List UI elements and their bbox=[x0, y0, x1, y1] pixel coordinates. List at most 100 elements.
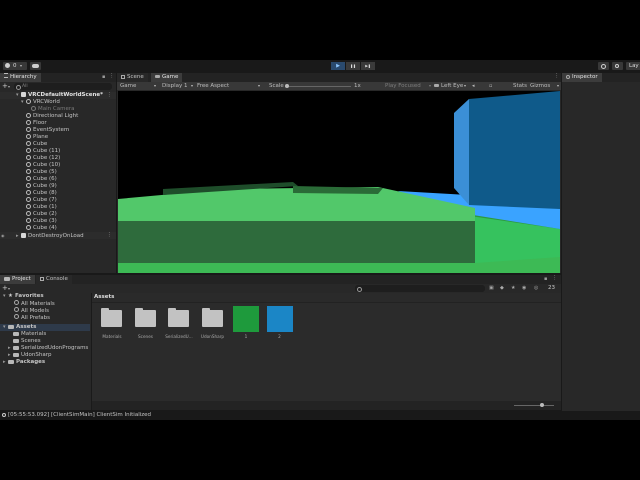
gameobject-icon bbox=[26, 169, 31, 174]
breadcrumb-assets[interactable]: Assets bbox=[94, 293, 114, 302]
gameobject-icon bbox=[26, 99, 31, 104]
thumbnail-size-slider[interactable] bbox=[514, 403, 554, 407]
hierarchy-item[interactable]: Cube (4) bbox=[0, 225, 116, 232]
tab-scene[interactable]: Scene bbox=[117, 73, 148, 82]
add-icon[interactable]: + bbox=[2, 284, 8, 293]
history-icon bbox=[601, 63, 606, 69]
scale-slider[interactable] bbox=[285, 83, 351, 88]
hierarchy-item[interactable]: Plane bbox=[0, 134, 116, 141]
material-tile[interactable]: 2 bbox=[266, 306, 293, 339]
history-button[interactable] bbox=[598, 62, 609, 70]
fullscreen-icon[interactable]: ▫ bbox=[489, 82, 492, 90]
asset-folder-item[interactable]: Scenes bbox=[0, 338, 90, 345]
tab-hierarchy[interactable]: Hierarchy bbox=[0, 73, 41, 82]
favorites-header[interactable]: ▾ ★ Favorites bbox=[0, 293, 90, 300]
kebab-menu-icon[interactable]: ⋮ bbox=[109, 73, 115, 79]
gameobject-icon bbox=[26, 225, 31, 230]
asset-folder-item[interactable]: ▸ UdonSharp bbox=[0, 352, 90, 359]
favorite-item[interactable]: All Models bbox=[0, 307, 90, 314]
account-dropdown[interactable]: 0 ▾ bbox=[3, 62, 27, 70]
hierarchy-item[interactable]: Floor bbox=[0, 120, 116, 127]
visibility-icon[interactable]: ◉ bbox=[522, 285, 526, 291]
play-button[interactable]: ▶ bbox=[331, 62, 345, 70]
hierarchy-item[interactable]: ▾ VRCWorld bbox=[0, 99, 116, 106]
game-view-toolbar: Game ▾ Display 1 ▾ Free Aspect ▾ Scale 1x P… bbox=[117, 82, 561, 90]
scale-slider-thumb[interactable] bbox=[285, 83, 289, 88]
kebab-menu-icon[interactable]: ⋮ bbox=[554, 73, 560, 79]
hierarchy-item-label: Cube (4) bbox=[33, 225, 57, 231]
hierarchy-item[interactable]: Cube (5) bbox=[0, 169, 116, 176]
unity-scene-icon bbox=[21, 92, 26, 97]
save-search-icon[interactable]: ★ bbox=[511, 285, 515, 291]
asset-folder-tile[interactable]: UdonSharp bbox=[200, 306, 226, 339]
scene-root[interactable]: ▾ VRCDefaultWorldScene* ⋮ bbox=[0, 92, 116, 99]
tab-game[interactable]: Game bbox=[151, 73, 183, 82]
kebab-menu-icon[interactable]: ⋮ bbox=[107, 92, 113, 99]
hierarchy-item-label: Main Camera bbox=[38, 106, 75, 112]
project-search-input[interactable] bbox=[355, 285, 485, 292]
hierarchy-item[interactable]: EventSystem bbox=[0, 127, 116, 134]
assets-header[interactable]: ▾ Assets bbox=[0, 324, 90, 331]
asset-folder-tile[interactable]: SerializedU... bbox=[165, 306, 193, 339]
hierarchy-item[interactable]: Cube (1) bbox=[0, 204, 116, 211]
display-dropdown[interactable]: Display 1 ▾ bbox=[162, 82, 194, 90]
hierarchy-item[interactable]: Cube (8) bbox=[0, 190, 116, 197]
gameobject-icon bbox=[26, 218, 31, 223]
scene-visibility-icon[interactable]: ◉ bbox=[0, 232, 8, 239]
aspect-label: Free Aspect bbox=[197, 83, 230, 89]
kebab-menu-icon[interactable]: ⋮ bbox=[552, 275, 558, 281]
tab-inspector[interactable]: Inspector bbox=[562, 73, 602, 82]
search-by-label-icon[interactable]: ◆ bbox=[500, 285, 504, 291]
add-icon[interactable]: + bbox=[2, 82, 8, 91]
folder-icon bbox=[101, 310, 122, 327]
hierarchy-item[interactable]: Cube (9) bbox=[0, 183, 116, 190]
hierarchy-item[interactable]: Cube (3) bbox=[0, 218, 116, 225]
asset-folder-item[interactable]: Materials bbox=[0, 331, 90, 338]
kebab-menu-icon[interactable]: ⋮ bbox=[107, 232, 113, 239]
play-focused-dropdown[interactable]: Play Focused ▾ bbox=[385, 82, 431, 90]
stats-toggle[interactable]: Stats bbox=[513, 82, 527, 90]
hidden-packages-icon[interactable]: ◎ bbox=[534, 285, 538, 291]
dontdestroyonload-root[interactable]: ◉ ▸ DontDestroyOnLoad ⋮ bbox=[0, 232, 116, 239]
gameobject-icon bbox=[26, 176, 31, 181]
tab-project[interactable]: Project bbox=[0, 275, 35, 284]
hierarchy-item[interactable]: Cube bbox=[0, 141, 116, 148]
material-tile[interactable]: 1 bbox=[233, 306, 259, 339]
hierarchy-search-input[interactable]: All bbox=[14, 83, 112, 90]
favorite-item[interactable]: All Prefabs bbox=[0, 314, 90, 321]
tab-console[interactable]: Console bbox=[36, 275, 72, 284]
game-viewport[interactable] bbox=[118, 91, 560, 273]
gizmos-dropdown[interactable]: Gizmos ▾ bbox=[530, 82, 559, 90]
asset-folder-label: UdonSharp bbox=[21, 352, 52, 358]
step-button[interactable]: ▶❚ bbox=[361, 62, 375, 70]
hierarchy-item[interactable]: Cube (11) bbox=[0, 148, 116, 155]
hierarchy-item[interactable]: Cube (12) bbox=[0, 155, 116, 162]
game-mode-dropdown[interactable]: Game ▾ bbox=[120, 82, 158, 90]
hierarchy-item[interactable]: Cube (10) bbox=[0, 162, 116, 169]
aspect-dropdown[interactable]: Free Aspect ▾ bbox=[197, 82, 262, 90]
favorite-item[interactable]: All Materials bbox=[0, 300, 90, 307]
cloud-button[interactable] bbox=[30, 62, 41, 70]
lock-icon[interactable]: ▪ bbox=[544, 276, 547, 282]
mute-audio-icon[interactable]: ◂ bbox=[472, 82, 475, 90]
packages-header[interactable]: ▸ Packages bbox=[0, 359, 90, 366]
search-button[interactable] bbox=[612, 62, 623, 70]
layout-dropdown[interactable]: Lay bbox=[626, 62, 640, 70]
folder-icon bbox=[13, 345, 19, 350]
hierarchy-item[interactable]: Main Camera bbox=[0, 106, 116, 113]
pause-button[interactable]: ❚❚ bbox=[346, 62, 360, 70]
asset-folder-item[interactable]: ▸ SerializedUdonPrograms bbox=[0, 345, 90, 352]
hierarchy-item[interactable]: Cube (2) bbox=[0, 211, 116, 218]
lock-icon[interactable]: ▪ bbox=[102, 74, 105, 80]
hierarchy-item-label: EventSystem bbox=[33, 127, 70, 133]
hierarchy-item[interactable]: Cube (7) bbox=[0, 197, 116, 204]
hierarchy-item[interactable]: Cube (6) bbox=[0, 176, 116, 183]
asset-folder-tile[interactable]: Scenes bbox=[133, 306, 159, 339]
eye-dropdown[interactable]: Left Eye ▾ bbox=[434, 82, 466, 90]
asset-folder-tile[interactable]: Materials bbox=[99, 306, 125, 339]
search-by-type-icon[interactable]: ▣ bbox=[489, 285, 494, 291]
status-bar[interactable]: [05:55:53.092] [ClientSimMain] ClientSim… bbox=[0, 411, 640, 420]
thumbnail-size-thumb[interactable] bbox=[540, 403, 544, 407]
scene-game-tabbar: Scene Game ⋮ bbox=[117, 73, 561, 82]
hierarchy-item[interactable]: Directional Light bbox=[0, 113, 116, 120]
